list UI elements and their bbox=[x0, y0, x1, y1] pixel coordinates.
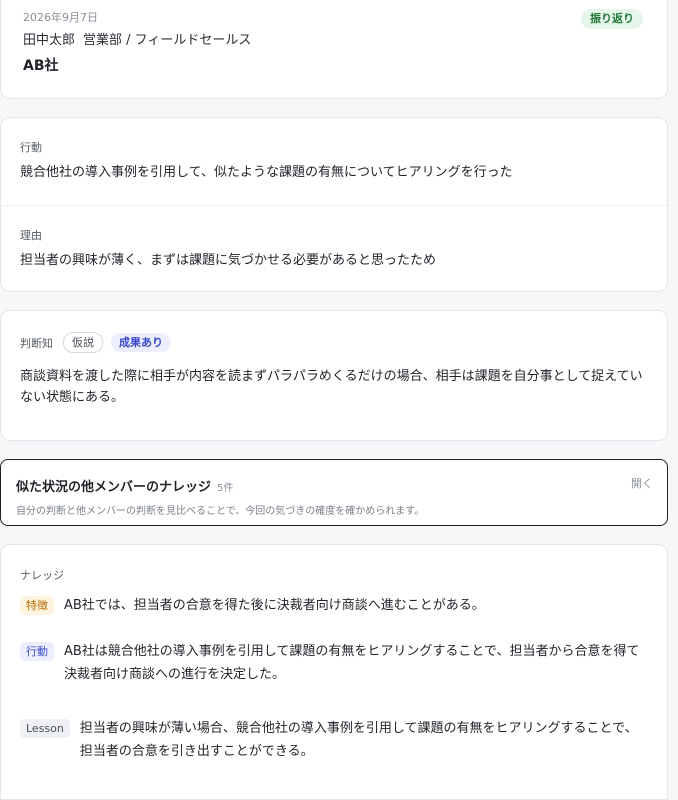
open-button[interactable]: 開く bbox=[631, 475, 653, 491]
knowledge-item: 行動 AB社は競合他社の導入事例を引用して課題の有無をヒアリングすることで、担当… bbox=[20, 640, 641, 686]
judgement-label: 判断知 bbox=[20, 336, 53, 350]
judgement-header: 判断知 仮説 成果あり bbox=[20, 332, 171, 353]
similar-count: 5件 bbox=[217, 483, 234, 494]
hypothesis-tag: 仮説 bbox=[63, 332, 103, 353]
result-tag: 成果あり bbox=[111, 333, 171, 352]
reason-text: 担当者の興味が薄く、まずは課題に気づかせる必要があると思ったため bbox=[20, 253, 437, 268]
similar-knowledge-panel[interactable]: 似た状況の他メンバーのナレッジ 5件 自分の判断と他メンバーの判断を見比べることで… bbox=[0, 459, 668, 526]
knowledge-text: 担当者の興味が薄い場合、競合他社の導入事例を引用して課題の有無をヒアリングするこ… bbox=[79, 721, 638, 759]
action-label: 行動 bbox=[20, 141, 42, 154]
similar-knowledge-title: 似た状況の他メンバーのナレッジ 5件 bbox=[16, 476, 233, 495]
author-name: 田中太郎 bbox=[23, 33, 76, 48]
knowledge-text: AB社では、担当者の合意を得た後に決裁者向け商談へ進むことがある。 bbox=[64, 598, 485, 613]
reason-label: 理由 bbox=[20, 229, 42, 242]
action-reason-card: 行動 競合他社の導入事例を引用して、似たような課題の有無についてヒアリングを行っ… bbox=[0, 117, 668, 292]
similar-title-text: 似た状況の他メンバーのナレッジ bbox=[16, 480, 212, 495]
knowledge-item: 特徴 AB社では、担当者の合意を得た後に決裁者向け商談へ進むことがある。 bbox=[20, 594, 641, 617]
company-name: AB社 bbox=[23, 58, 59, 74]
judgement-text: 商談資料を渡した際に相手が内容を読まずパラパラめくるだけの場合、相手は課題を自分… bbox=[20, 369, 643, 405]
knowledge-text: AB社は競合他社の導入事例を引用して課題の有無をヒアリングすることで、担当者から… bbox=[64, 644, 640, 682]
action-tag: 行動 bbox=[20, 642, 54, 661]
action-text: 競合他社の導入事例を引用して、似たような課題の有無についてヒアリングを行った bbox=[20, 165, 513, 180]
header-card: 2026年9月7日 田中太郎 営業部 / フィールドセールス AB社 振り返り bbox=[0, 0, 668, 99]
review-badge: 振り返り bbox=[581, 9, 643, 29]
report-date: 2026年9月7日 bbox=[23, 11, 98, 24]
lesson-tag: Lesson bbox=[20, 719, 70, 738]
section-divider bbox=[1, 205, 667, 206]
author-department: 営業部 / フィールドセールス bbox=[83, 33, 252, 48]
knowledge-card: ナレッジ 特徴 AB社では、担当者の合意を得た後に決裁者向け商談へ進むことがある… bbox=[0, 544, 668, 800]
knowledge-label: ナレッジ bbox=[20, 569, 64, 582]
author-line: 田中太郎 営業部 / フィールドセールス bbox=[23, 29, 251, 48]
reflection-page: 2026年9月7日 田中太郎 営業部 / フィールドセールス AB社 振り返り 行… bbox=[0, 0, 678, 800]
judgement-card: 判断知 仮説 成果あり 商談資料を渡した際に相手が内容を読まずパラパラめくるだけ… bbox=[0, 310, 668, 441]
feature-tag: 特徴 bbox=[20, 596, 54, 615]
knowledge-item: Lesson 担当者の興味が薄い場合、競合他社の導入事例を引用して課題の有無をヒ… bbox=[20, 717, 641, 763]
similar-knowledge-subtitle: 自分の判断と他メンバーの判断を見比べることで、今回の気づきの確度を確かめられます… bbox=[16, 506, 425, 517]
